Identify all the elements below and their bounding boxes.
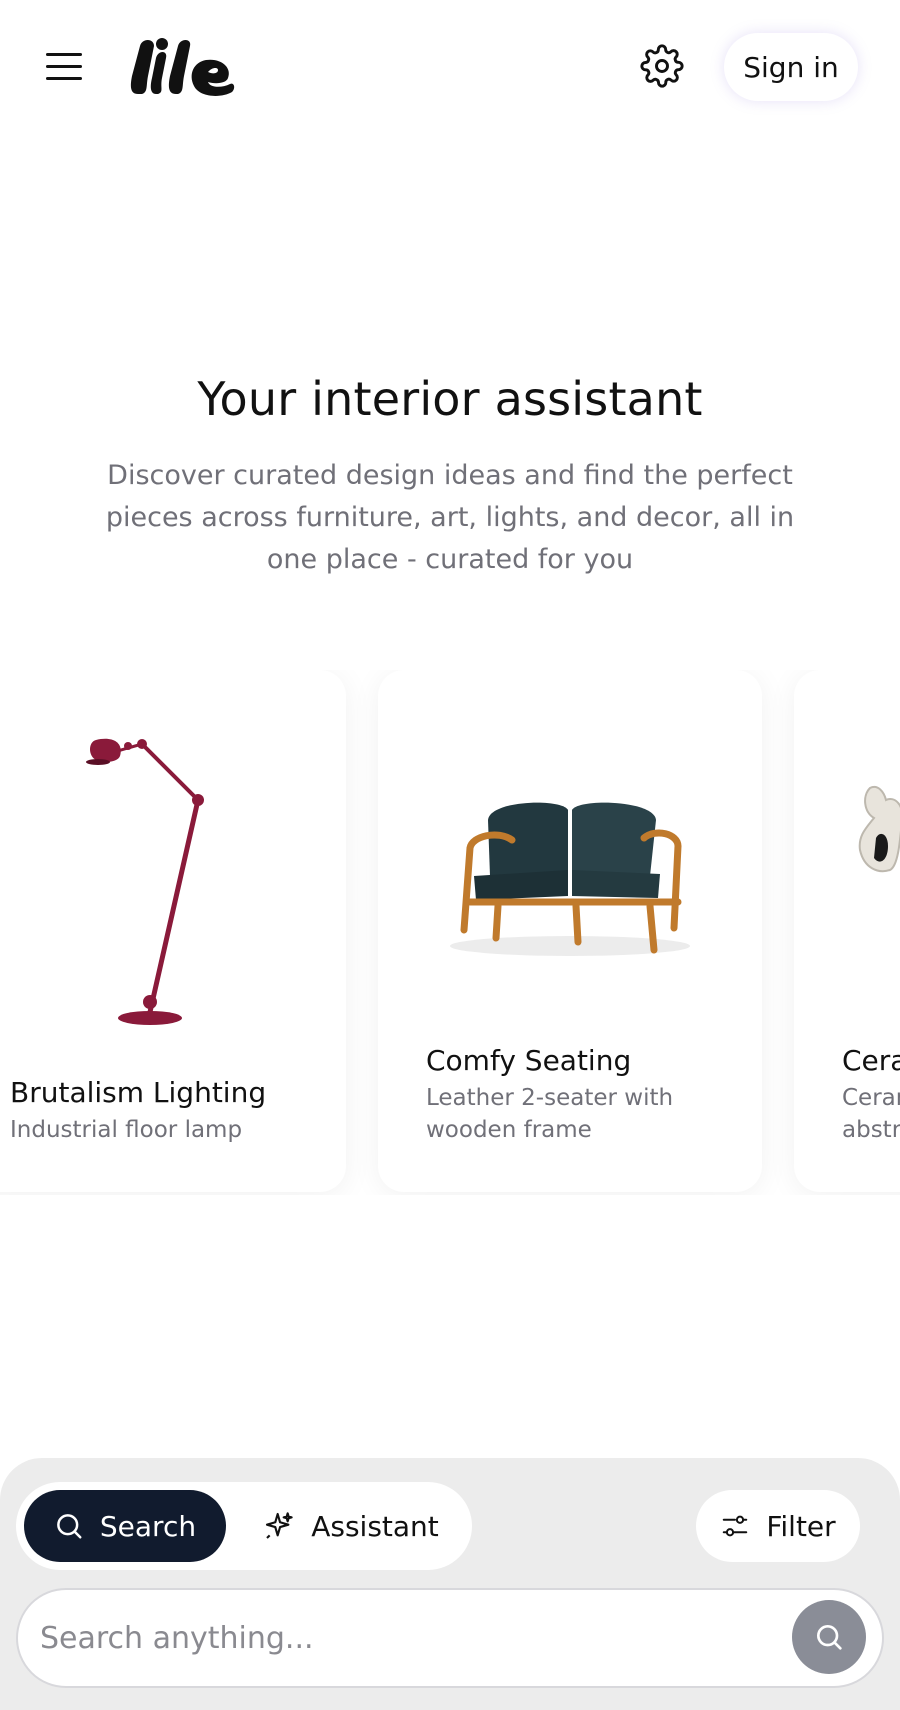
card-description: Industrial floor lamp bbox=[10, 1117, 243, 1143]
card-description-line: abstr bbox=[842, 1117, 900, 1143]
card-description-line: wooden frame bbox=[426, 1117, 592, 1143]
card-description: Ceran abstr bbox=[842, 1082, 900, 1146]
gear-icon[interactable] bbox=[640, 44, 684, 88]
mode-toggle: Search Assistant bbox=[16, 1482, 472, 1570]
card-description-line: Leather 2-seater with bbox=[426, 1085, 674, 1111]
card-title: Brutalism Lighting bbox=[10, 1076, 267, 1109]
card-description: Leather 2-seater with wooden frame bbox=[426, 1082, 673, 1146]
search-panel: Search Assistant Filter bbox=[0, 1458, 900, 1710]
assistant-mode-label: Assistant bbox=[311, 1509, 439, 1543]
search-mode-label: Search bbox=[99, 1509, 197, 1543]
header: Sign in bbox=[0, 0, 900, 134]
hamburger-menu-icon[interactable] bbox=[42, 48, 86, 84]
product-carousel[interactable]: Brutalism Lighting Industrial floor lamp bbox=[0, 670, 900, 1195]
sparkle-icon bbox=[266, 1512, 293, 1539]
search-bar bbox=[16, 1588, 884, 1688]
logo[interactable] bbox=[128, 36, 238, 98]
page: Sign in Your interior assistant Discover… bbox=[0, 0, 900, 1710]
search-submit-button[interactable] bbox=[792, 1600, 866, 1674]
product-card[interactable]: Cera Ceran abstr bbox=[794, 670, 900, 1192]
hero-description: Discover curated design ideas and find t… bbox=[105, 460, 795, 575]
sign-in-button[interactable]: Sign in bbox=[724, 33, 858, 101]
page-title: Your interior assistant bbox=[197, 372, 703, 426]
card-title: Cera bbox=[842, 1044, 900, 1077]
search-icon bbox=[57, 1514, 82, 1539]
filter-button[interactable]: Filter bbox=[696, 1490, 860, 1562]
search-icon bbox=[817, 1625, 842, 1650]
assistant-mode-button[interactable]: Assistant bbox=[238, 1490, 464, 1562]
sliders-icon bbox=[723, 1515, 748, 1537]
search-mode-button[interactable]: Search bbox=[24, 1490, 226, 1562]
card-title: Comfy Seating bbox=[426, 1044, 632, 1077]
floor-lamp-image bbox=[86, 738, 204, 1025]
product-card[interactable]: Brutalism Lighting Industrial floor lamp bbox=[0, 670, 346, 1192]
card-description-line: Ceran bbox=[842, 1085, 900, 1111]
loveseat-image bbox=[450, 802, 690, 956]
ceramic-vase-image bbox=[858, 786, 900, 873]
product-card[interactable]: Comfy Seating Leather 2-seater with wood… bbox=[378, 670, 762, 1192]
filter-label: Filter bbox=[766, 1509, 836, 1543]
search-input[interactable] bbox=[40, 1604, 780, 1672]
